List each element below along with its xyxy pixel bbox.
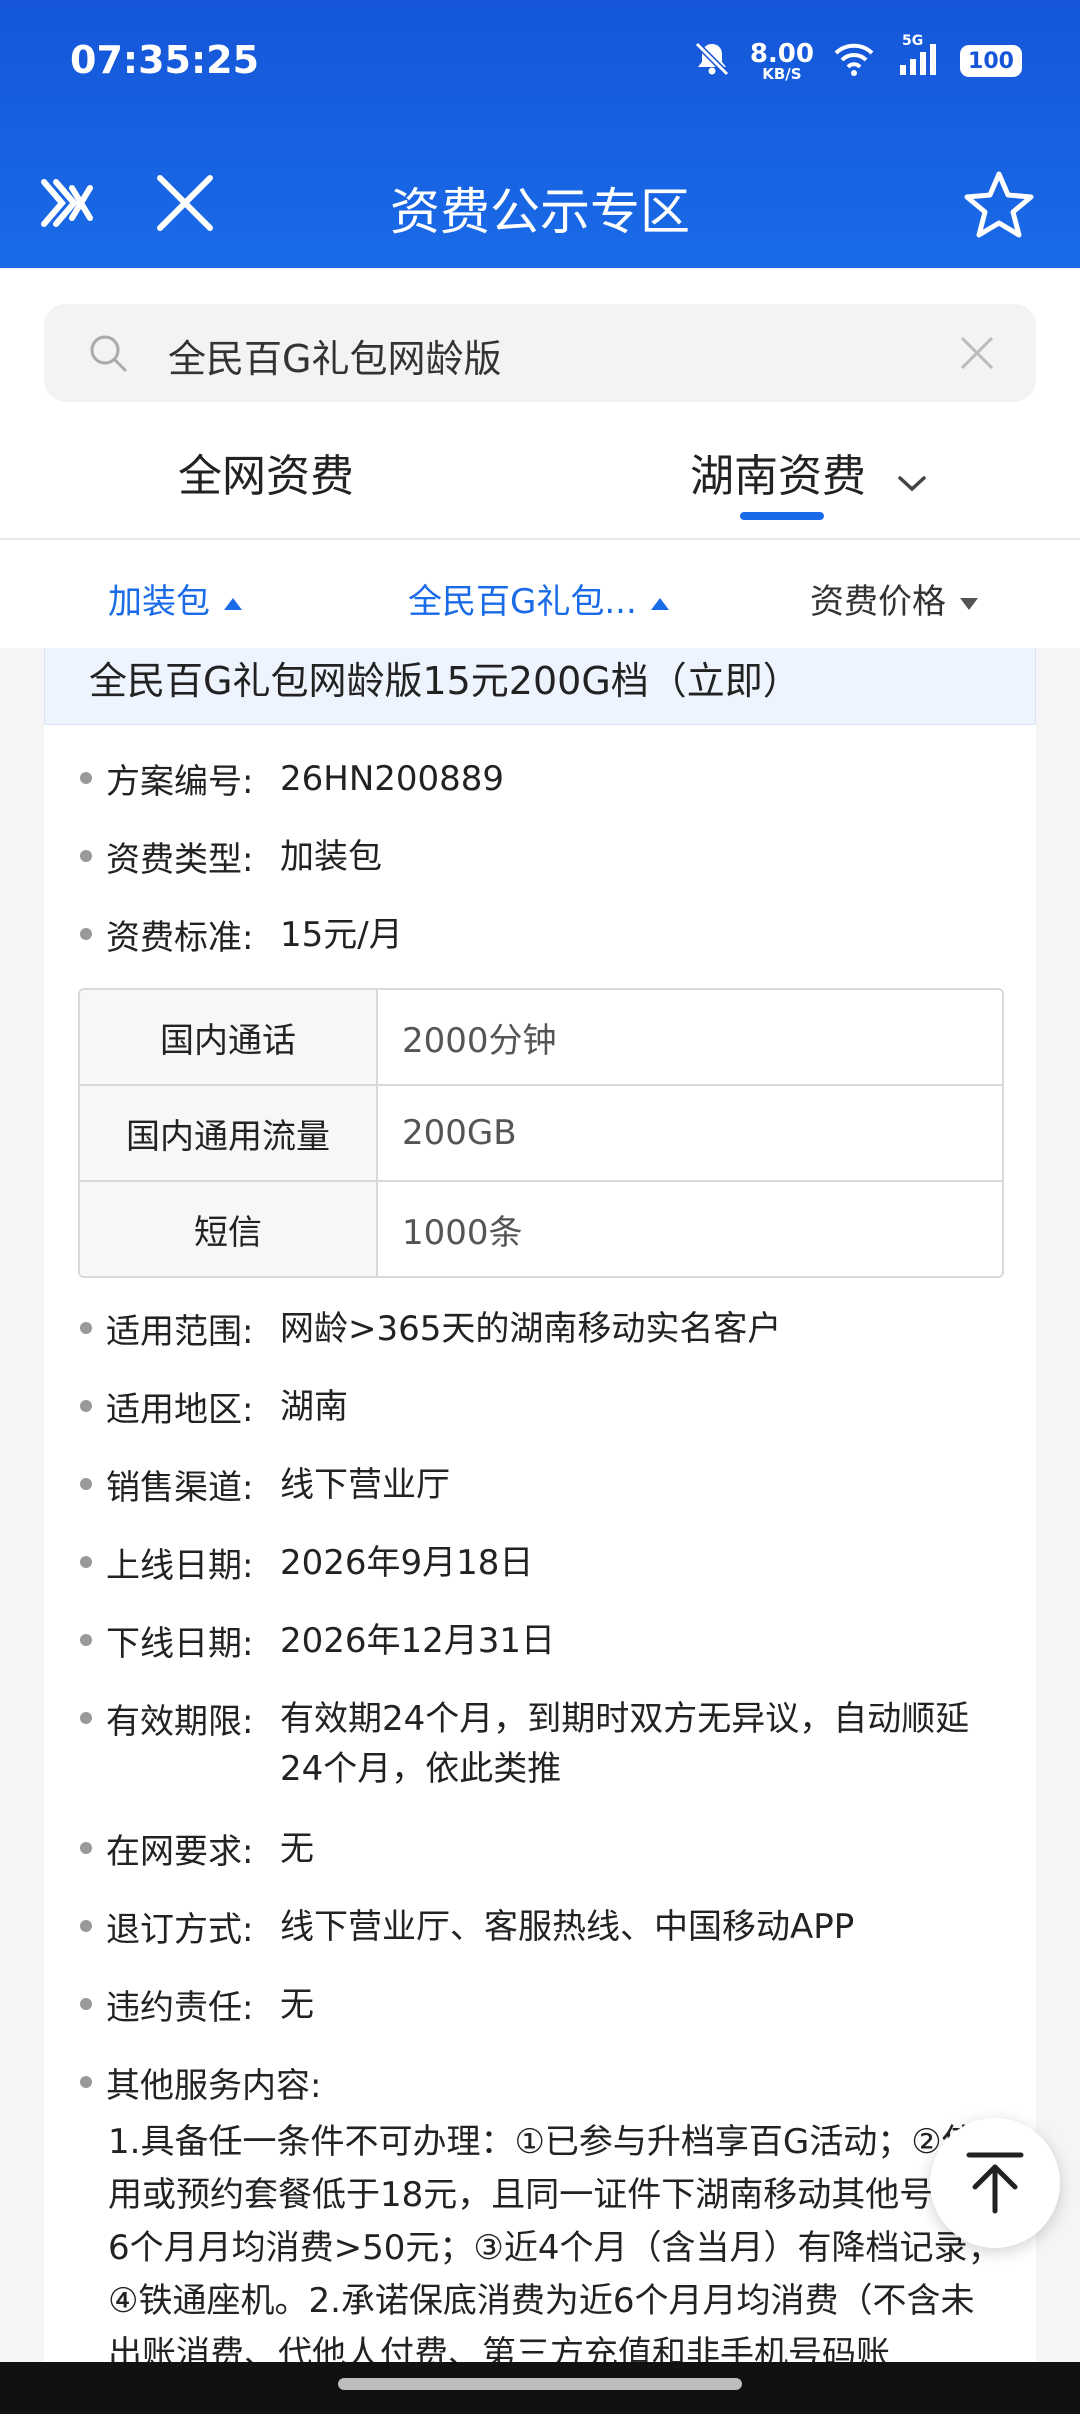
mute-bell-icon	[692, 39, 732, 83]
allowance-table: 国内通话 2000分钟 国内通用流量 200GB 短信 1000条	[78, 988, 1004, 1278]
field-row: 违约责任: 无	[80, 1980, 980, 2030]
tab-hunan-label: 湖南资费	[690, 451, 866, 502]
chevron-down-icon	[896, 454, 928, 505]
status-bar: 07:35:25 8.00 KB/S 5G 100	[0, 0, 1080, 120]
status-icons: 8.00 KB/S 5G 100	[692, 33, 1022, 86]
search-icon	[88, 333, 128, 377]
field-row: 其他服务内容:	[80, 2058, 321, 2107]
search-query: 全民百G礼包网龄版	[168, 337, 502, 381]
page-title: 资费公示专区	[390, 183, 690, 241]
filter-bar: 加装包 全民百G礼包... 资费价格	[0, 540, 1080, 648]
field-row: 销售渠道: 线下营业厅	[80, 1460, 980, 1510]
field-row: 方案编号: 26HN200889	[80, 754, 980, 804]
status-time: 07:35:25	[70, 38, 260, 82]
field-row: 资费标准: 15元/月	[80, 910, 980, 960]
table-row: 国内通用流量 200GB	[80, 1086, 1002, 1182]
favorite-star-icon[interactable]	[962, 168, 1034, 238]
caret-up-icon	[224, 597, 242, 610]
tab-hunan[interactable]: 湖南资费	[690, 440, 928, 505]
home-indicator[interactable]	[338, 2378, 742, 2390]
clear-search-icon[interactable]	[958, 334, 996, 376]
arrow-up-icon	[965, 2151, 1025, 2219]
other-service-text: 1.具备任一条件不可办理：①已参与升档享百G活动；②使用或预约套餐低于18元，且…	[108, 2122, 1002, 2362]
field-row: 退订方式: 线下营业厅、客服热线、中国移动APP	[80, 1902, 980, 1952]
net-speed: 8.00 KB/S	[749, 38, 814, 83]
filter-package-name[interactable]: 全民百G礼包...	[408, 574, 669, 623]
field-row: 适用地区: 湖南	[80, 1382, 980, 1432]
table-row: 短信 1000条	[80, 1182, 1002, 1276]
plan-title-bar: 全民百G礼包网龄版15元200G档（立即）	[44, 648, 1036, 725]
back-to-top-button[interactable]	[930, 2118, 1060, 2248]
tab-national[interactable]: 全网资费	[178, 440, 354, 504]
battery-icon: 100	[960, 45, 1022, 77]
field-row: 在网要求: 无	[80, 1824, 980, 1874]
active-tab-indicator	[740, 512, 824, 520]
filter-package-type[interactable]: 加装包	[108, 574, 242, 623]
field-row: 下线日期: 2026年12月31日	[80, 1616, 980, 1666]
plan-title: 全民百G礼包网龄版15元200G档（立即）	[89, 659, 801, 703]
search-input[interactable]: 全民百G礼包网龄版	[44, 304, 1036, 402]
cellular-signal-icon: 5G	[894, 33, 942, 81]
table-row: 国内通话 2000分钟	[80, 990, 1002, 1086]
field-row: 适用范围: 网龄>365天的湖南移动实名客户	[80, 1304, 980, 1354]
caret-up-icon	[650, 597, 669, 610]
plan-card: 全民百G礼包网龄版15元200G档（立即） 方案编号: 26HN200889 资费…	[44, 648, 1036, 2362]
field-row: 资费类型: 加装包	[80, 832, 980, 882]
field-row: 有效期限: 有效期24个月，到期时双方无异议，自动顺延24个月，依此类推	[80, 1694, 980, 1794]
filter-price[interactable]: 资费价格	[810, 574, 978, 623]
nav-bar: 资费公示专区	[0, 150, 1080, 250]
field-row: 上线日期: 2026年9月18日	[80, 1538, 980, 1588]
caret-down-icon	[960, 597, 978, 610]
region-tabs: 全网资费 湖南资费	[0, 420, 1080, 540]
wifi-icon	[832, 41, 876, 81]
app-header: 07:35:25 8.00 KB/S 5G 100 资费公示专区	[0, 0, 1080, 268]
